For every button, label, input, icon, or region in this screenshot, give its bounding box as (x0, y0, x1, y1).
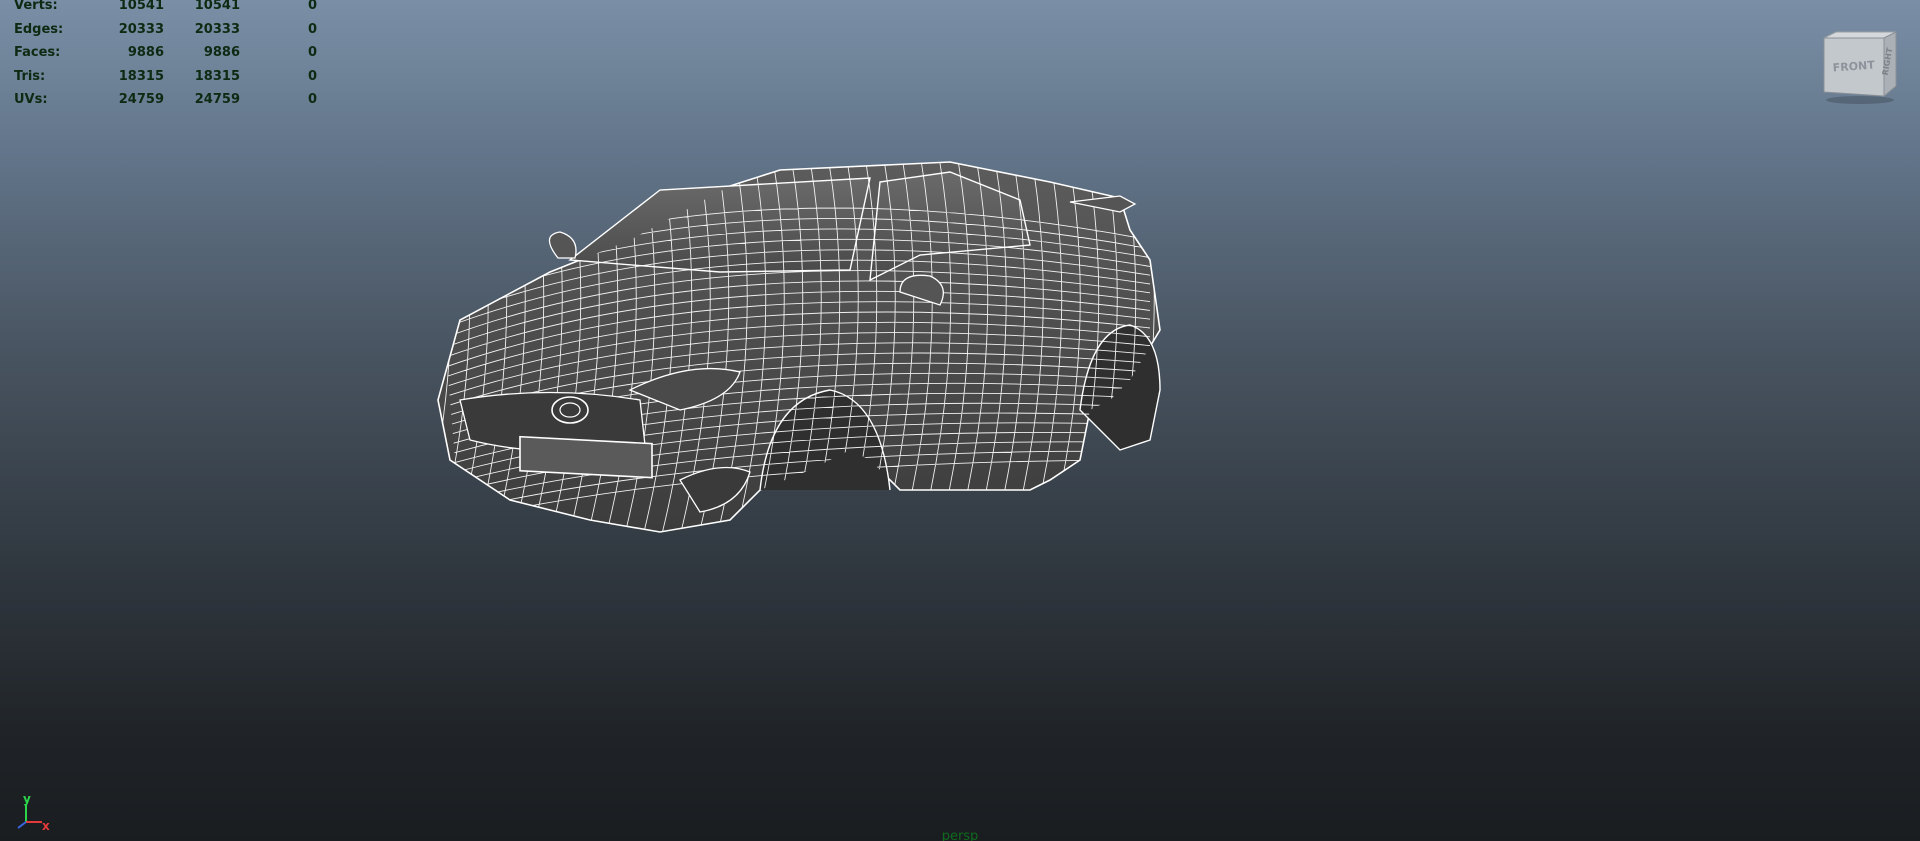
hud-value: 0 (307, 21, 317, 37)
hud-row-verts: Verts: 10541 10541 0 (14, 0, 317, 18)
axis-y-label: y (23, 792, 31, 806)
hud-row-faces: Faces: 9886 9886 0 (14, 41, 317, 65)
car-wireframe-model[interactable] (430, 160, 1440, 660)
hud-value: 10541 (194, 0, 240, 13)
hud-row-edges: Edges: 20333 20333 0 (14, 18, 317, 42)
view-cube[interactable]: FRONT RIGHT (1820, 30, 1900, 104)
hud-value: 24759 (118, 92, 164, 108)
hud-value: 20333 (194, 21, 240, 37)
car-mesh[interactable] (430, 160, 1440, 660)
axis-icon: y x (17, 792, 50, 833)
hud-value: 0 (307, 92, 317, 108)
hud-label: Edges: (14, 21, 64, 37)
hud-value: 18315 (118, 68, 164, 84)
hud-value: 9886 (203, 45, 240, 61)
hud-value: 0 (307, 68, 317, 84)
camera-name-label: persp (941, 829, 979, 841)
hud-label: Verts: (14, 0, 58, 13)
hud-value: 0 (307, 45, 317, 61)
hud-label: Tris: (14, 68, 46, 84)
axis-orientation-gizmo: y x (8, 792, 52, 833)
hud-value: 18315 (194, 68, 240, 84)
hud-value: 20333 (118, 21, 164, 37)
hud-label: UVs: (14, 92, 48, 108)
hud-value: 24759 (194, 92, 240, 108)
hud-value: 9886 (127, 45, 164, 61)
hud-label: Faces: (14, 45, 61, 61)
view-cube-icon[interactable]: FRONT RIGHT (1820, 30, 1900, 104)
3d-viewport[interactable]: Verts: 10541 10541 0 Edges: 20333 20333 … (0, 0, 1920, 841)
hud-value: 0 (307, 0, 317, 13)
hud-value: 10541 (118, 0, 164, 13)
hud-row-uvs: UVs: 24759 24759 0 (14, 88, 317, 112)
hud-row-tris: Tris: 18315 18315 0 (14, 65, 317, 89)
poly-count-hud: Verts: 10541 10541 0 Edges: 20333 20333 … (14, 0, 317, 112)
